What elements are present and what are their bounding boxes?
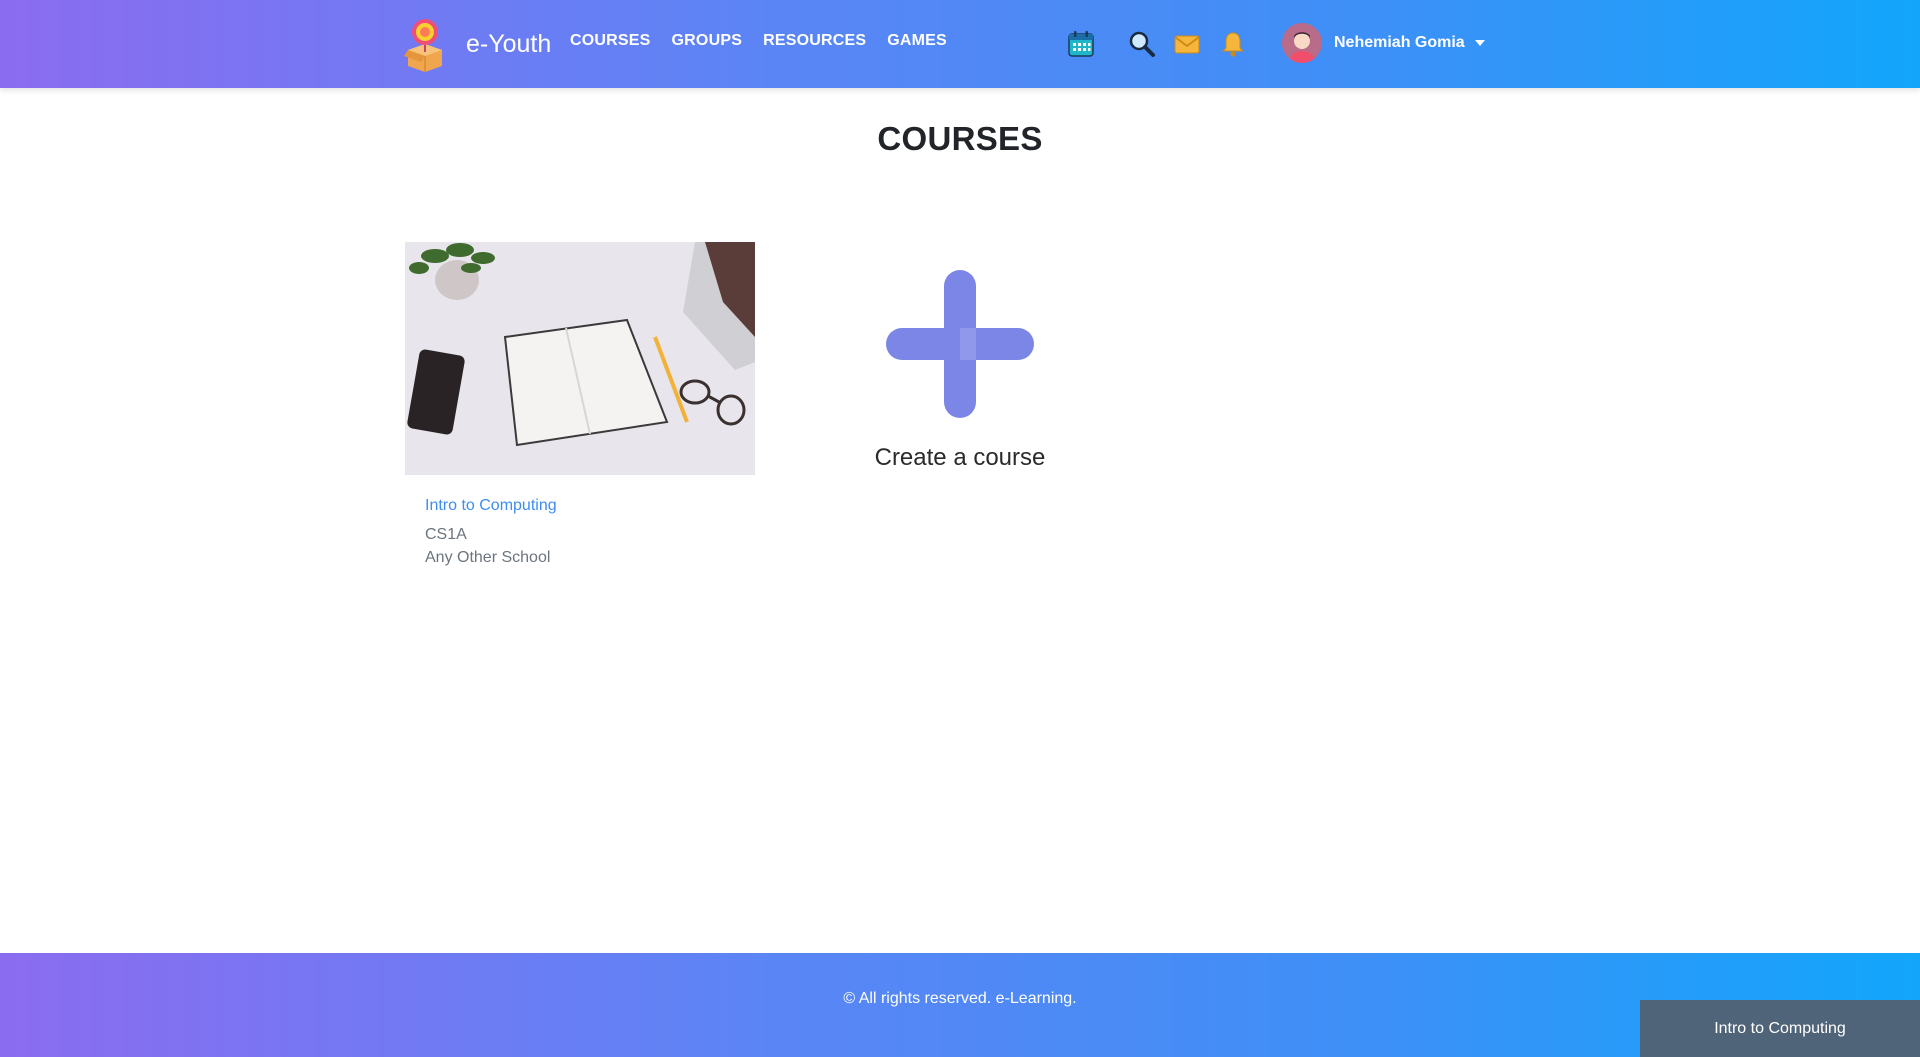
course-title-link[interactable]: Intro to Computing: [425, 497, 755, 515]
search-button[interactable]: [1127, 29, 1157, 59]
brand-link[interactable]: e-Youth: [404, 16, 551, 72]
notifications-button[interactable]: [1218, 29, 1248, 59]
brand-logo-icon: [404, 19, 442, 72]
mail-icon: [1174, 35, 1200, 54]
calendar-button[interactable]: [1066, 29, 1096, 59]
nav-groups[interactable]: GROUPS: [672, 32, 743, 50]
top-navbar: e-Youth COURSES GROUPS RESOURCES GAMES N…: [0, 0, 1920, 88]
copyright-text: © All rights reserved. e-Learning.: [843, 990, 1077, 1007]
course-thumbnail: [405, 242, 755, 475]
nav-games[interactable]: GAMES: [887, 32, 947, 50]
course-card[interactable]: Intro to Computing CS1A Any Other School: [405, 242, 755, 567]
user-name: Nehemiah Gomia: [1334, 34, 1465, 51]
current-course-tab[interactable]: Intro to Computing: [1640, 1000, 1920, 1057]
course-school: Any Other School: [425, 549, 551, 566]
calendar-icon: [1068, 31, 1094, 57]
create-course-button[interactable]: Create a course: [860, 268, 1060, 472]
create-course-label: Create a course: [874, 444, 1046, 471]
brand-name: e-Youth: [466, 29, 552, 58]
nav-courses[interactable]: COURSES: [570, 32, 651, 50]
footer: © All rights reserved. e-Learning. Intro…: [0, 953, 1920, 1057]
user-menu[interactable]: Nehemiah Gomia: [1282, 23, 1485, 63]
search-icon: [1129, 31, 1155, 57]
mail-button[interactable]: [1172, 29, 1202, 59]
avatar: [1282, 23, 1322, 63]
course-code: CS1A: [425, 526, 467, 543]
nav-resources[interactable]: RESOURCES: [763, 32, 866, 50]
plus-icon: [886, 270, 1034, 418]
chevron-down-icon: [1474, 40, 1485, 46]
bell-icon: [1221, 32, 1245, 57]
page-title: COURSES: [877, 120, 1043, 157]
main-nav: COURSES GROUPS RESOURCES GAMES: [570, 32, 968, 50]
